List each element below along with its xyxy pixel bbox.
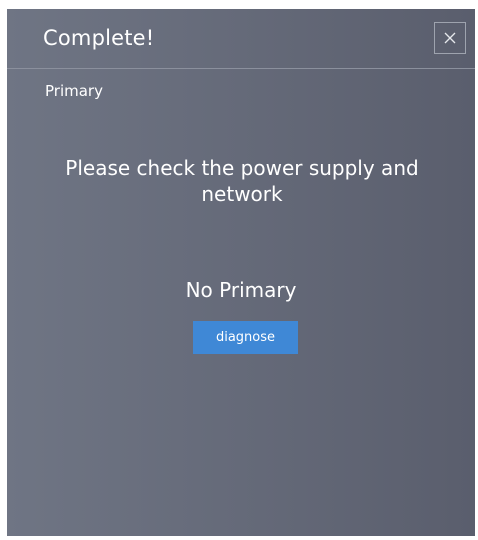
connection-status: No Primary <box>185 278 297 302</box>
close-icon <box>443 31 457 45</box>
status-message: Please check the power supply and networ… <box>65 156 419 206</box>
close-button[interactable] <box>434 22 466 54</box>
section-label: Primary <box>45 82 103 100</box>
dialog-title: Complete! <box>43 26 155 50</box>
diagnose-button[interactable]: diagnose <box>193 321 298 354</box>
complete-dialog: Complete! Primary Please check the power… <box>7 9 475 536</box>
dialog-header: Complete! <box>7 9 475 69</box>
